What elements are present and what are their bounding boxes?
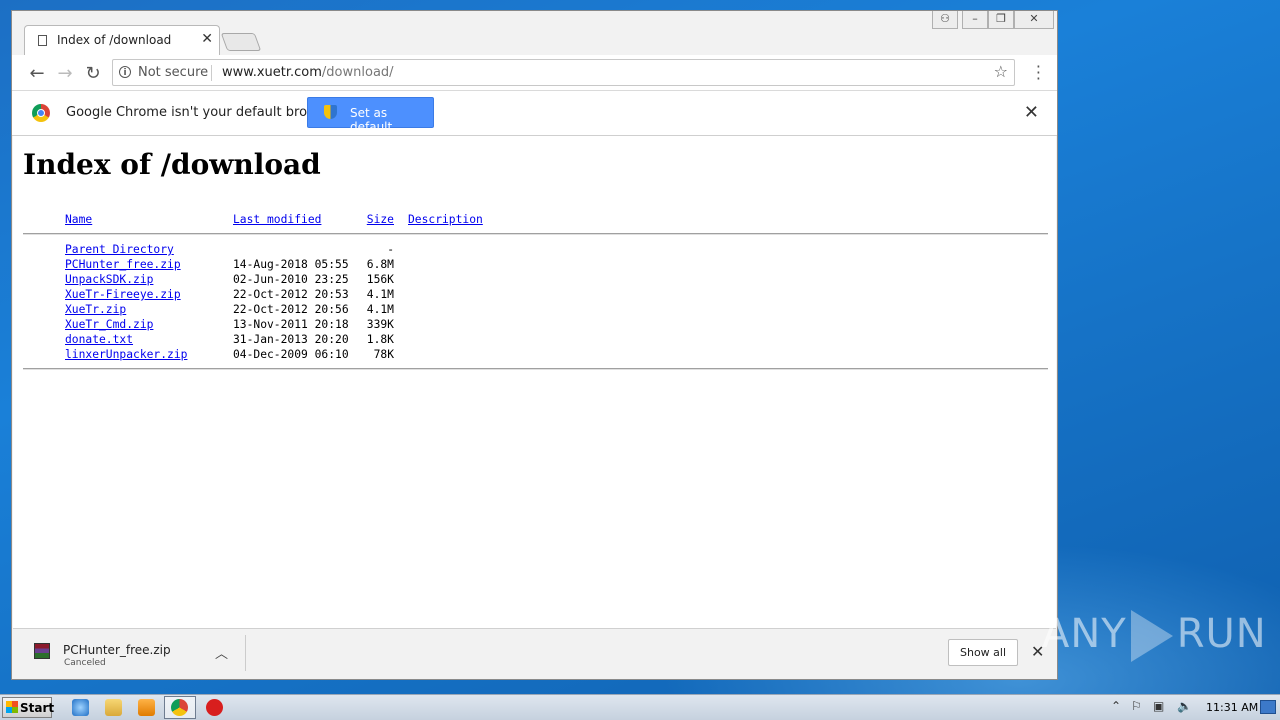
anyrun-watermark: ANY RUN [1042,610,1267,662]
network-icon[interactable]: ▣ [1153,699,1164,713]
download-status: Canceled [64,658,106,668]
sort-by-size-link[interactable]: Size [366,213,394,226]
modified-cell: 22-Oct-2012 20:53 [233,288,349,301]
header-divider [23,233,1048,235]
size-cell: 78K [373,348,394,361]
modified-cell: 04-Dec-2009 06:10 [233,348,349,361]
security-label[interactable]: Not secure [138,65,208,80]
back-icon[interactable]: ← [27,63,47,84]
play-icon [1130,610,1173,662]
windows-logo-icon [6,701,18,713]
show-hidden-icons[interactable]: ⌃ [1111,699,1121,713]
taskbar: Start ⌃ ⚐ ▣ 🔈 11:31 AM [0,694,1280,720]
title-bar: Index of /download ✕ ⚇ – ❐ ✕ [12,11,1057,55]
download-shelf: PCHunter_free.zip Canceled ︿ Show all ✕ [13,628,1056,678]
infobar-message: Google Chrome isn't your default browser [66,105,338,120]
new-tab-button[interactable] [220,33,262,51]
action-center-flag-icon[interactable]: ⚐ [1131,699,1142,713]
restore-button[interactable]: ❐ [988,11,1014,29]
sort-by-name-link[interactable]: Name [65,213,92,226]
sort-by-modified-link[interactable]: Last modified [233,213,321,226]
url-host: www.xuetr.com [222,65,322,80]
start-label: Start [20,701,55,715]
file-link[interactable]: UnpackSDK.zip [65,273,153,286]
download-divider [245,635,246,671]
media-player-icon[interactable] [138,699,155,716]
menu-icon[interactable]: · · · [1036,59,1041,87]
address-bar[interactable]: i Not secure www.xuetr.com/download/ ☆ [112,59,1015,86]
file-link[interactable]: XueTr-Fireeye.zip [65,288,181,301]
parent-directory-link[interactable]: Parent Directory [65,243,174,256]
shield-icon [324,105,337,119]
address-separator [211,65,212,81]
modified-cell: 14-Aug-2018 05:55 [233,258,349,271]
close-window-button[interactable]: ✕ [1014,11,1054,29]
show-desktop-icon[interactable] [1260,700,1276,714]
url-text[interactable]: www.xuetr.com/download/ [222,65,394,80]
winrar-archive-icon [34,643,50,659]
chrome-icon [171,699,188,716]
footer-divider [23,368,1048,370]
infobar-close-icon[interactable]: ✕ [1024,102,1039,123]
start-button[interactable]: Start [2,697,55,718]
forward-icon[interactable]: → [55,63,75,84]
show-all-button[interactable]: Show all [948,639,1018,666]
profile-icon[interactable]: ⚇ [932,11,958,29]
file-link[interactable]: XueTr.zip [65,303,126,316]
set-as-default-label: Set as default [350,106,393,134]
modified-cell: 13-Nov-2011 20:18 [233,318,349,331]
size-cell: - [387,243,394,256]
watermark-right: RUN [1176,611,1267,657]
size-cell: 156K [366,273,394,286]
size-cell: 1.8K [366,333,394,346]
volume-icon[interactable]: 🔈 [1177,699,1192,713]
size-cell: 339K [366,318,394,331]
minimize-button[interactable]: – [962,11,988,29]
file-link[interactable]: PCHunter_free.zip [65,258,181,271]
page-content: Index of /download Name Last modified Si… [13,136,1056,628]
size-cell: 4.1M [366,288,394,301]
url-path: /download/ [321,65,394,80]
size-cell: 4.1M [366,303,394,316]
tab-close-icon[interactable]: ✕ [201,31,213,47]
default-browser-infobar: Google Chrome isn't your default browser… [12,91,1057,136]
browser-window: Index of /download ✕ ⚇ – ❐ ✕ ← → ↻ i Not… [11,10,1058,680]
modified-cell: 02-Jun-2010 23:25 [233,273,349,286]
page-title: Index of /download [23,148,321,181]
internet-explorer-icon[interactable] [72,699,89,716]
chevron-up-icon[interactable]: ︿ [215,643,228,662]
download-filename[interactable]: PCHunter_free.zip [63,643,171,657]
browser-toolbar: ← → ↻ i Not secure www.xuetr.com/downloa… [12,55,1057,91]
modified-cell: 31-Jan-2013 20:20 [233,333,349,346]
file-explorer-icon[interactable] [105,699,122,716]
reload-icon[interactable]: ↻ [83,63,103,84]
stop-icon[interactable] [206,699,223,716]
size-cell: 6.8M [366,258,394,271]
tab-index-of-download[interactable]: Index of /download ✕ [24,25,220,55]
set-as-default-button[interactable]: Set as default [307,97,434,134]
bookmark-star-icon[interactable]: ☆ [994,62,1008,81]
file-link[interactable]: XueTr_Cmd.zip [65,318,153,331]
watermark-left: ANY [1042,611,1127,657]
sort-by-description-link[interactable]: Description [408,213,483,226]
page-icon [38,35,47,46]
chrome-logo-icon [32,104,50,122]
tab-title: Index of /download [57,33,172,47]
info-icon[interactable]: i [119,66,131,78]
clock[interactable]: 11:31 AM [1206,701,1258,714]
modified-cell: 22-Oct-2012 20:56 [233,303,349,316]
file-link[interactable]: linxerUnpacker.zip [65,348,187,361]
file-link[interactable]: donate.txt [65,333,133,346]
